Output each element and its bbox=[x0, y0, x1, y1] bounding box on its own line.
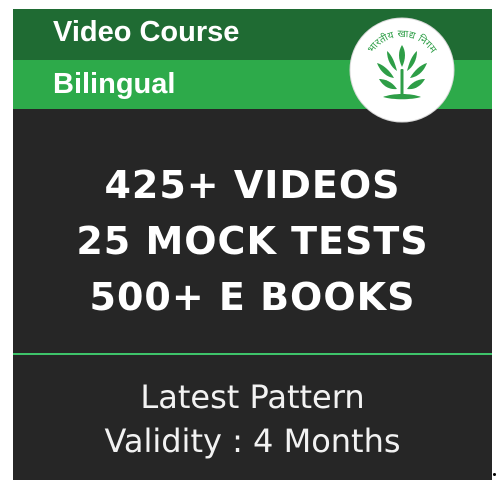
pattern-label: Latest Pattern bbox=[140, 378, 365, 416]
fci-logo: भारतीय खाद्य निगम bbox=[349, 17, 455, 123]
highlights: 425+ VIDEOS 25 MOCK TESTS 500+ E BOOKS bbox=[13, 157, 492, 325]
course-type-title: Video Course bbox=[53, 16, 240, 48]
course-card: Video Course Bilingual भारतीय खाद्य निगम bbox=[13, 9, 492, 480]
validity-label: Validity : 4 Months bbox=[104, 422, 401, 460]
section-divider bbox=[13, 353, 492, 355]
highlight-mock-tests: 25 MOCK TESTS bbox=[76, 219, 429, 263]
edge-dot bbox=[493, 473, 496, 476]
language-label: Bilingual bbox=[53, 68, 176, 100]
wheat-sheaf-emblem-icon: भारतीय खाद्य निगम bbox=[349, 17, 455, 123]
footer: Latest Pattern Validity : 4 Months bbox=[13, 375, 492, 463]
highlight-ebooks: 500+ E BOOKS bbox=[89, 275, 416, 319]
highlight-videos: 425+ VIDEOS bbox=[104, 163, 401, 207]
